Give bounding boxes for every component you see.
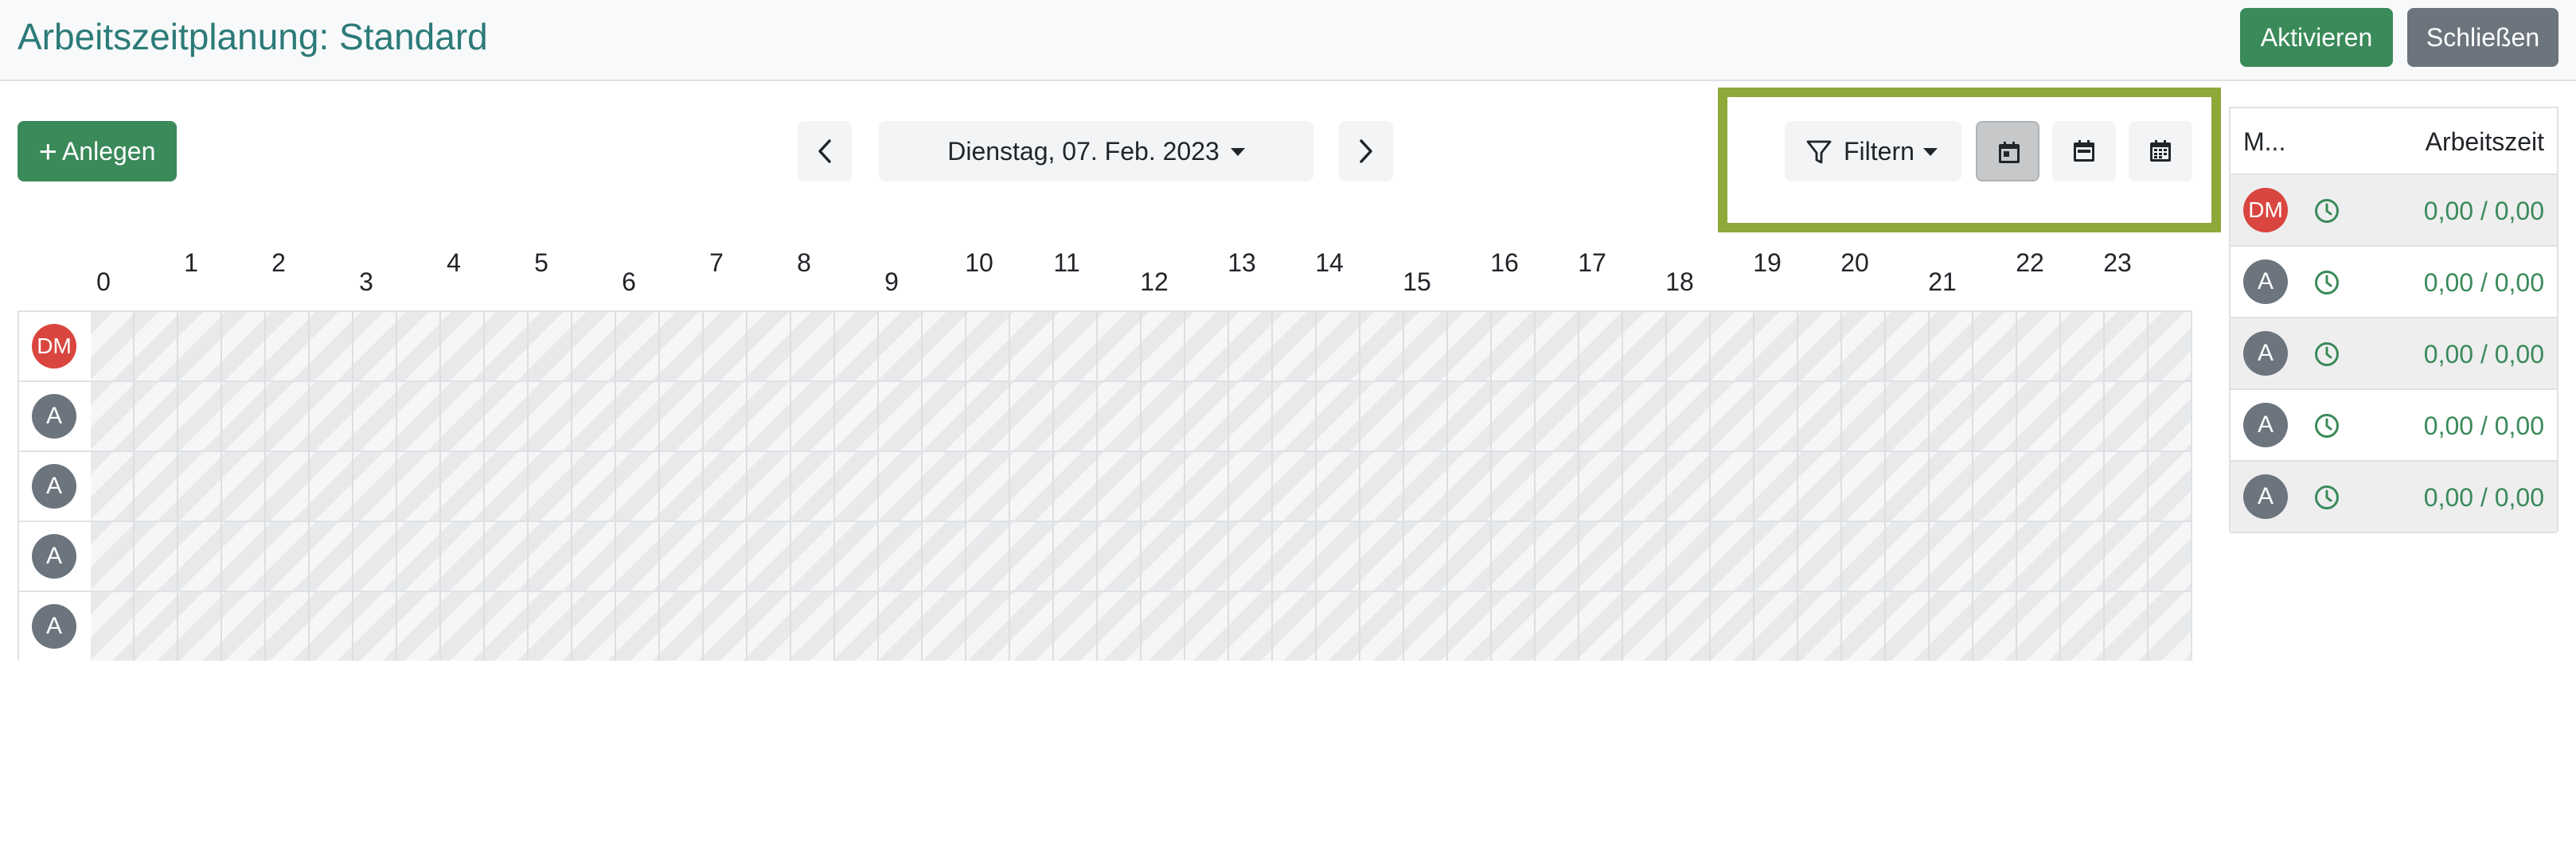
hour-label: 14 <box>1315 248 1344 277</box>
worktime-value: 0,00 / 0,00 <box>2423 411 2544 440</box>
next-day-button[interactable] <box>1339 121 1393 181</box>
hour-label: 17 <box>1578 248 1606 277</box>
hour-label: 7 <box>709 248 724 277</box>
timeline-row: A <box>19 452 2191 522</box>
hour-label: 19 <box>1753 248 1782 277</box>
activate-button[interactable]: Aktivieren <box>2240 8 2393 67</box>
worktime-value: 0,00 / 0,00 <box>2423 197 2544 225</box>
previous-day-button[interactable] <box>798 121 852 181</box>
hour-label: 22 <box>2016 248 2044 277</box>
hour-label: 10 <box>965 248 993 277</box>
row-avatar-cell: A <box>19 452 91 521</box>
funnel-icon <box>1806 140 1832 164</box>
clock-icon[interactable] <box>2313 484 2340 511</box>
avatar[interactable]: A <box>2243 403 2288 447</box>
hour-label: 5 <box>534 248 548 277</box>
worktime-value: 0,00 / 0,00 <box>2423 483 2544 512</box>
hour-label: 23 <box>2103 248 2132 277</box>
day-view-button[interactable] <box>1976 121 2039 181</box>
plus-icon: + <box>38 135 57 170</box>
avatar[interactable]: A <box>32 604 76 649</box>
timeline-slots[interactable] <box>91 522 2191 591</box>
clock-icon[interactable] <box>2313 197 2340 224</box>
chevron-right-icon <box>1360 139 1372 163</box>
hour-label: 3 <box>359 267 373 296</box>
create-button-label: Anlegen <box>61 137 156 166</box>
avatar[interactable]: DM <box>2243 188 2288 232</box>
filter-label: Filtern <box>1844 137 1914 166</box>
clock-icon[interactable] <box>2313 412 2340 439</box>
timeline-slots[interactable] <box>91 592 2191 661</box>
timeline-slots[interactable] <box>91 382 2191 450</box>
hour-label: 18 <box>1665 267 1694 296</box>
timeline-grid: DM A A A A <box>18 310 2192 661</box>
worktime-value: 0,00 / 0,00 <box>2423 268 2544 297</box>
chevron-left-icon <box>818 139 831 163</box>
member-column-header[interactable]: M... <box>2243 108 2285 175</box>
date-picker[interactable]: Dienstag, 07. Feb. 2023 <box>879 121 1313 181</box>
day-view-icon <box>1999 142 2020 163</box>
page-title: Arbeitszeitplanung: Standard <box>18 16 488 57</box>
date-label: Dienstag, 07. Feb. 2023 <box>947 137 1220 166</box>
hour-label: 9 <box>884 267 899 296</box>
hour-label: 12 <box>1140 267 1169 296</box>
caret-down-icon <box>1230 148 1245 156</box>
worktime-column-header[interactable]: Arbeitszeit <box>2426 108 2544 175</box>
clock-icon[interactable] <box>2313 269 2340 296</box>
month-view-button[interactable] <box>2129 121 2192 181</box>
summary-row: A 0,00 / 0,00 <box>2231 462 2557 533</box>
row-avatar-cell: A <box>19 522 91 591</box>
week-view-button[interactable] <box>2052 121 2116 181</box>
avatar[interactable]: A <box>2243 331 2288 376</box>
summary-row: A 0,00 / 0,00 <box>2231 318 2557 390</box>
avatar[interactable]: A <box>2243 474 2288 519</box>
avatar[interactable]: A <box>32 394 76 439</box>
caret-down-icon <box>1923 148 1938 156</box>
hour-label: 11 <box>1053 248 1080 277</box>
timeline-row: A <box>19 592 2191 662</box>
summary-header: M... Arbeitszeit <box>2231 108 2557 175</box>
hour-label: 0 <box>96 267 111 296</box>
month-view-icon <box>2150 140 2171 162</box>
hour-label: 21 <box>1928 267 1957 296</box>
timeline-slots[interactable] <box>91 452 2191 521</box>
hour-label: 13 <box>1228 248 1256 277</box>
close-button[interactable]: Schließen <box>2407 8 2558 67</box>
summary-row: A 0,00 / 0,00 <box>2231 247 2557 318</box>
summary-row: A 0,00 / 0,00 <box>2231 390 2557 462</box>
hour-label: 15 <box>1403 267 1431 296</box>
hour-label: 1 <box>184 248 198 277</box>
summary-row: DM 0,00 / 0,00 <box>2231 175 2557 247</box>
timeline-slots[interactable] <box>91 312 2191 380</box>
avatar[interactable]: A <box>32 464 76 509</box>
page-header: Arbeitszeitplanung: Standard Aktivieren … <box>0 0 2576 81</box>
hour-label: 4 <box>447 248 461 277</box>
timeline-row: A <box>19 382 2191 452</box>
timeline-row: DM <box>19 312 2191 382</box>
row-avatar-cell: A <box>19 382 91 450</box>
filter-button[interactable]: Filtern <box>1785 121 1961 181</box>
create-button[interactable]: + Anlegen <box>18 121 177 181</box>
hour-label: 20 <box>1840 248 1869 277</box>
week-view-icon <box>2074 140 2094 162</box>
row-avatar-cell: DM <box>19 312 91 380</box>
timeline-row: A <box>19 522 2191 592</box>
hour-label: 8 <box>797 248 811 277</box>
hour-label: 16 <box>1490 248 1519 277</box>
avatar[interactable]: A <box>2243 259 2288 304</box>
hour-label: 6 <box>622 267 636 296</box>
row-avatar-cell: A <box>19 592 91 661</box>
clock-icon[interactable] <box>2313 341 2340 368</box>
hour-label: 2 <box>271 248 286 277</box>
avatar[interactable]: DM <box>32 324 76 369</box>
avatar[interactable]: A <box>32 534 76 579</box>
worktime-value: 0,00 / 0,00 <box>2423 340 2544 369</box>
worktime-summary-table: M... Arbeitszeit DM 0,00 / 0,00 A 0,00 / 0,… <box>2229 107 2558 533</box>
